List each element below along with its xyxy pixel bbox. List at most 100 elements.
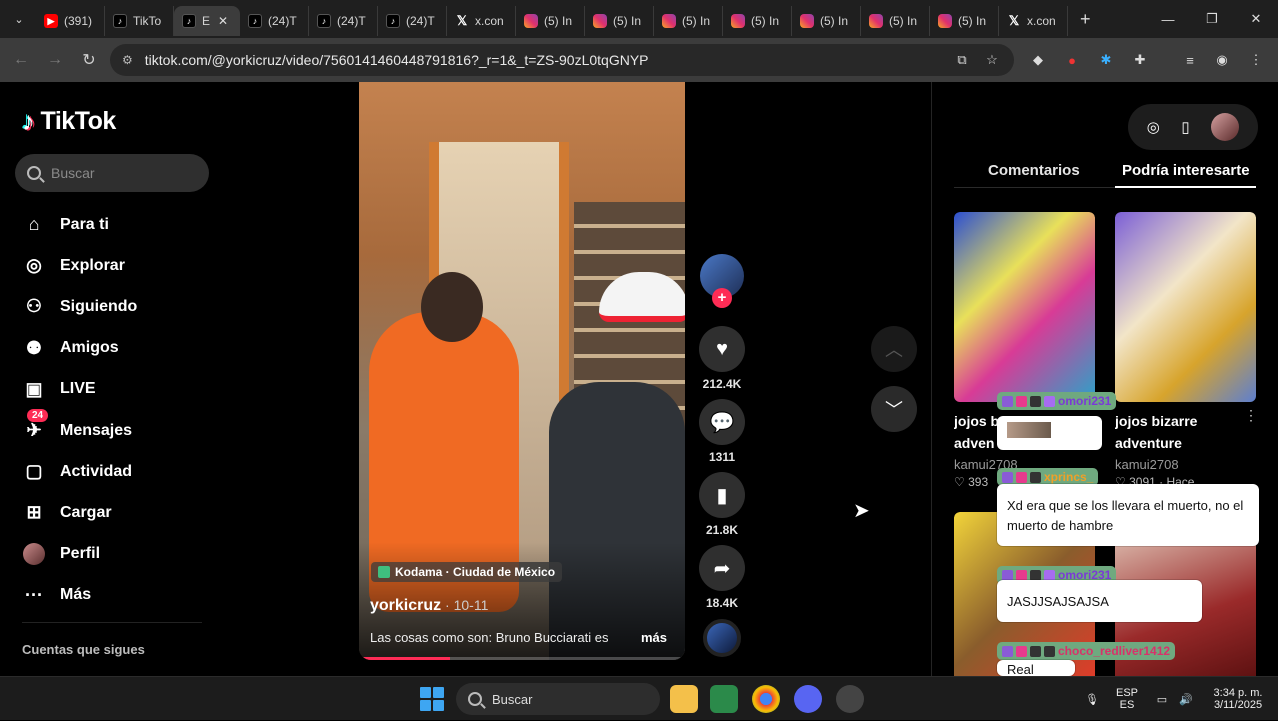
- sidebar-item-más[interactable]: ··· Más: [22, 575, 137, 616]
- tab-title: (5) In: [751, 14, 780, 28]
- tab-suggested[interactable]: Podría interesarte: [1122, 162, 1250, 179]
- address-toolbar: ← → ↻ ⚙ tiktok.com/@yorkicruz/video/7560…: [0, 38, 1278, 82]
- tab-title: x.con: [475, 14, 504, 28]
- language-indicator[interactable]: ESP ES: [1110, 677, 1144, 721]
- volume-icon[interactable]: 🔊: [1174, 677, 1198, 721]
- tab-title: TikTo: [133, 14, 162, 28]
- minimize-button[interactable]: —: [1146, 0, 1190, 38]
- sidebar-item-live[interactable]: ▣ LIVE: [22, 369, 137, 410]
- next-video-button[interactable]: ﹀: [871, 386, 917, 432]
- caption-more-button[interactable]: más: [641, 630, 667, 645]
- extensions-puzzle-icon[interactable]: ✚: [1130, 50, 1150, 70]
- previous-video-button[interactable]: ︿: [871, 326, 917, 372]
- reload-button[interactable]: ↻: [72, 43, 106, 77]
- sidebar-item-explorar[interactable]: ◎ Explorar: [22, 245, 137, 286]
- sidebar-item-actividad[interactable]: ▢ Actividad: [22, 451, 137, 492]
- browser-tab[interactable]: ♪ E ✕: [174, 6, 240, 36]
- microphone-icon[interactable]: 🎙: [1080, 677, 1104, 721]
- video-author[interactable]: yorkicruz · 10-11: [370, 597, 488, 615]
- card-title: adventure: [1115, 435, 1182, 451]
- location-tag[interactable]: Kodama · Ciudad de México: [371, 562, 563, 582]
- badge-icon: [1016, 471, 1027, 483]
- new-tab-button[interactable]: +: [1080, 9, 1091, 30]
- sidebar-item-mensajes[interactable]: ✈ 24 Mensajes: [22, 408, 137, 451]
- chrome-icon[interactable]: [752, 685, 780, 713]
- search-input[interactable]: Buscar: [15, 154, 209, 192]
- browser-tab[interactable]: ♪ TikTo: [105, 6, 174, 36]
- sidebar-item-siguiendo[interactable]: ⚇ Siguiendo: [22, 286, 137, 327]
- browser-tab[interactable]: ▶ (391): [36, 6, 105, 36]
- share-button[interactable]: ➦: [699, 545, 745, 591]
- suggested-video-card[interactable]: jojos bizarre adventure kamui2708 ♡ 3091 …: [1115, 212, 1256, 489]
- adblock-extension-icon[interactable]: ●: [1062, 50, 1082, 70]
- browser-tab[interactable]: ♪ (24)T: [240, 6, 309, 36]
- badge-icon: [1002, 395, 1013, 407]
- card-options-icon[interactable]: ⋮: [1244, 407, 1258, 424]
- browser-tab[interactable]: (5) In: [861, 6, 930, 36]
- browser-tab[interactable]: (5) In: [585, 6, 654, 36]
- comment-button[interactable]: 💬: [699, 399, 745, 445]
- windows-start-icon[interactable]: [420, 687, 444, 711]
- tab-title: (5) In: [682, 14, 711, 28]
- location-text: Kodama · Ciudad de México: [395, 565, 556, 579]
- forward-button[interactable]: →: [38, 43, 72, 77]
- browser-tab[interactable]: 𝕏x.con: [999, 6, 1068, 36]
- translate-extension-icon[interactable]: ✱: [1096, 50, 1116, 70]
- file-explorer-icon[interactable]: [670, 685, 698, 713]
- video-player[interactable]: Kodama · Ciudad de México yorkicruz · 10…: [359, 82, 685, 660]
- profile-icon[interactable]: ◉: [1212, 50, 1232, 70]
- close-tab-icon[interactable]: ✕: [218, 14, 228, 28]
- sidebar-item-para-ti[interactable]: ⌂ Para ti: [22, 204, 137, 245]
- instagram-icon: [524, 14, 538, 28]
- app-icon[interactable]: [836, 685, 864, 713]
- music-disc-icon[interactable]: [703, 619, 741, 657]
- sidebar-item-cargar[interactable]: ⊞ Cargar: [22, 492, 137, 533]
- app-icon[interactable]: [710, 685, 738, 713]
- tiktok-logo[interactable]: ♪ TikTok: [22, 106, 116, 137]
- user-avatar[interactable]: [1211, 113, 1240, 141]
- tab-title: (5) In: [544, 14, 573, 28]
- instagram-icon: [593, 14, 607, 28]
- browser-tab[interactable]: 𝕏x.con: [447, 6, 516, 36]
- chat-user-tag: choco_redliver1412: [997, 642, 1176, 660]
- badge-icon: [1030, 395, 1041, 407]
- compass-icon[interactable]: ◎: [1147, 118, 1160, 136]
- sidebar-item-amigos[interactable]: ⚉ Amigos: [22, 328, 137, 369]
- browser-tab[interactable]: (5) In: [723, 6, 792, 36]
- browser-tab[interactable]: (5) In: [654, 6, 723, 36]
- phone-icon[interactable]: ▯: [1181, 118, 1189, 136]
- like-button[interactable]: ♥: [699, 326, 745, 372]
- follow-plus-icon[interactable]: +: [712, 288, 732, 308]
- tiktok-icon: ♪: [248, 14, 262, 28]
- chat-username: omori231: [1058, 394, 1112, 408]
- creator-avatar[interactable]: +: [700, 254, 744, 308]
- share-arrow-icon: ➦: [713, 557, 731, 580]
- network-icon[interactable]: ▭: [1150, 677, 1174, 721]
- site-info-icon[interactable]: ⚙: [122, 53, 133, 67]
- browser-tab[interactable]: (5) In: [792, 6, 861, 36]
- browser-tab[interactable]: ♪ (24)T: [378, 6, 447, 36]
- extension-icon[interactable]: ◆: [1028, 50, 1048, 70]
- video-progress-bar[interactable]: [359, 657, 685, 660]
- browser-tab[interactable]: (5) In: [930, 6, 999, 36]
- tab-comments[interactable]: Comentarios: [988, 162, 1080, 179]
- clock[interactable]: 3:34 p. m. 3/11/2025: [1202, 677, 1274, 721]
- sidebar-item-label: Amigos: [60, 339, 119, 357]
- tab-title: (5) In: [958, 14, 987, 28]
- tab-title: (24)T: [406, 14, 435, 28]
- save-button[interactable]: ▮: [699, 472, 745, 518]
- address-bar[interactable]: ⚙ tiktok.com/@yorkicruz/video/7560141460…: [110, 44, 1014, 76]
- browser-tab[interactable]: ♪ (24)T: [309, 6, 378, 36]
- browser-menu-icon[interactable]: ⋮: [1246, 50, 1266, 70]
- close-window-button[interactable]: ✕: [1234, 0, 1278, 38]
- taskbar-search[interactable]: Buscar: [456, 683, 660, 715]
- sidebar-item-perfil[interactable]: Perfil: [22, 534, 137, 575]
- maximize-button[interactable]: ❐: [1190, 0, 1234, 38]
- tab-search-chevron-icon[interactable]: ⌄: [8, 8, 30, 30]
- media-controls-icon[interactable]: ≡: [1180, 50, 1200, 70]
- install-app-icon[interactable]: ⧉: [952, 50, 972, 70]
- back-button[interactable]: ←: [4, 43, 38, 77]
- browser-tab[interactable]: (5) In: [516, 6, 585, 36]
- discord-icon[interactable]: [794, 685, 822, 713]
- bookmark-star-icon[interactable]: ☆: [982, 50, 1002, 70]
